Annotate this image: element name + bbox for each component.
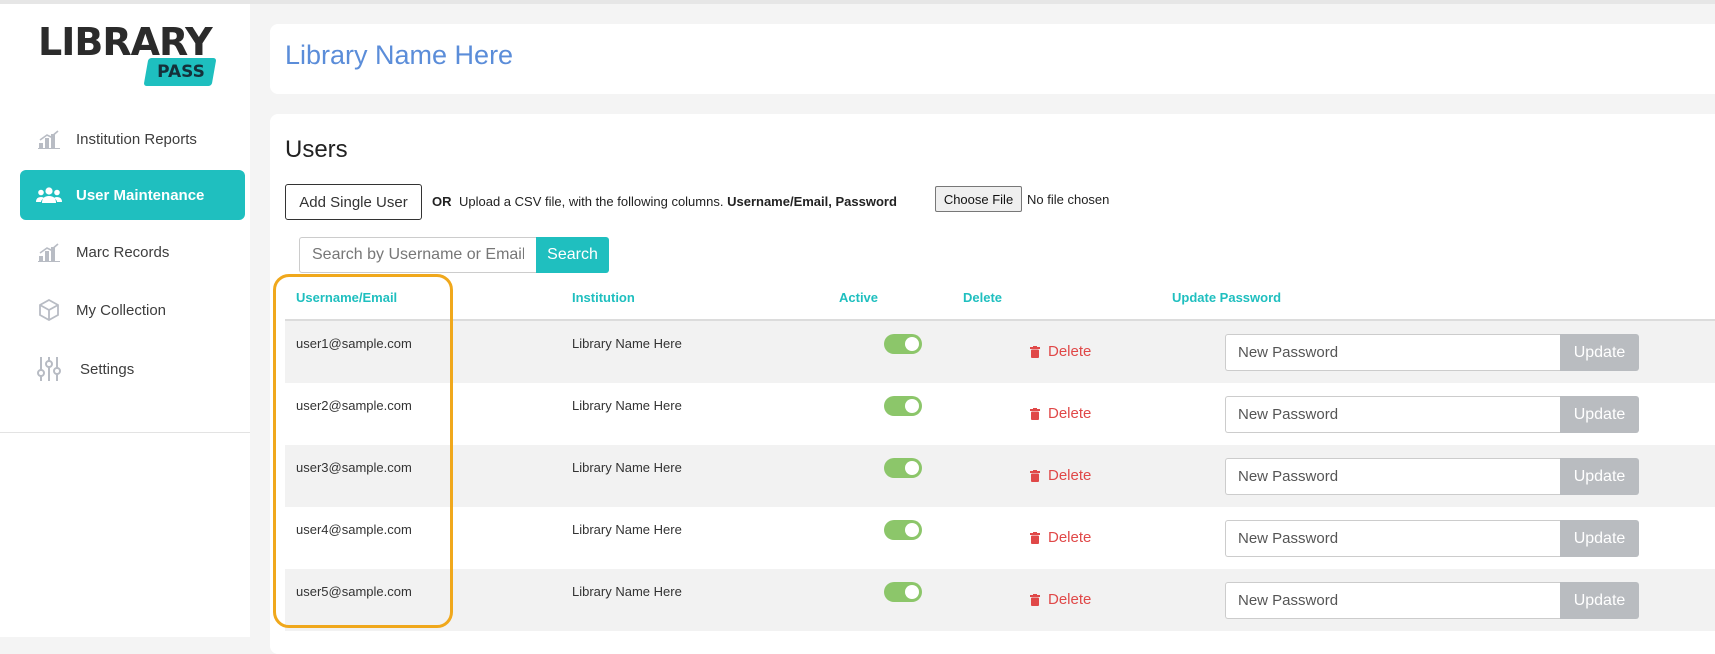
trash-icon <box>1030 469 1040 482</box>
sidebar-item-my-collection[interactable]: My Collection <box>20 285 245 335</box>
active-toggle[interactable] <box>884 458 922 478</box>
table-row: user4@sample.com Library Name Here Delet… <box>285 507 1715 569</box>
update-password-button[interactable]: Update <box>1560 458 1639 495</box>
page-title: Library Name Here <box>285 40 514 70</box>
logo-word: LIBRARY <box>38 20 213 64</box>
trash-icon <box>1030 345 1040 358</box>
toggle-knob <box>905 461 919 475</box>
column-header-username[interactable]: Username/Email <box>296 290 397 305</box>
sidebar-divider <box>0 432 250 433</box>
sidebar-item-label: Institution Reports <box>76 130 197 148</box>
csv-instructions: Upload a CSV file, with the following co… <box>459 194 897 209</box>
column-header-delete[interactable]: Delete <box>963 290 1002 305</box>
delete-button[interactable]: Delete <box>1030 591 1091 608</box>
box-icon <box>34 298 64 322</box>
institution-cell: Library Name Here <box>572 398 682 413</box>
delete-button[interactable]: Delete <box>1030 467 1091 484</box>
users-icon <box>34 183 64 207</box>
active-toggle[interactable] <box>884 582 922 602</box>
trash-icon <box>1030 407 1040 420</box>
sidebar-item-institution-reports[interactable]: Institution Reports <box>20 114 245 164</box>
sliders-icon <box>34 357 64 381</box>
delete-button[interactable]: Delete <box>1030 405 1091 422</box>
new-password-input[interactable] <box>1225 458 1560 495</box>
new-password-input[interactable] <box>1225 334 1560 371</box>
toggle-knob <box>905 523 919 537</box>
add-single-user-button[interactable]: Add Single User <box>285 184 422 220</box>
delete-label: Delete <box>1048 529 1092 546</box>
new-password-input[interactable] <box>1225 582 1560 619</box>
table-row: user1@sample.com Library Name Here Delet… <box>285 321 1715 383</box>
top-border <box>0 0 1715 4</box>
username-cell: user1@sample.com <box>296 336 412 351</box>
table-row: user5@sample.com Library Name Here Delet… <box>285 569 1715 631</box>
choose-file-button[interactable]: Choose File <box>935 186 1022 212</box>
toggle-knob <box>905 337 919 351</box>
active-toggle[interactable] <box>884 520 922 540</box>
delete-label: Delete <box>1048 405 1092 422</box>
new-password-input[interactable] <box>1225 396 1560 433</box>
or-label: OR <box>432 194 452 209</box>
delete-label: Delete <box>1048 467 1092 484</box>
sidebar-item-label: Marc Records <box>76 243 170 261</box>
file-status: No file chosen <box>1027 192 1110 207</box>
active-toggle[interactable] <box>884 334 922 354</box>
column-header-update-password[interactable]: Update Password <box>1172 290 1281 305</box>
csv-columns: Username/Email, Password <box>727 194 897 209</box>
delete-label: Delete <box>1048 343 1092 360</box>
sidebar: LIBRARY PASS Institution Reports User Ma… <box>0 4 250 637</box>
sidebar-item-settings[interactable]: Settings <box>20 344 245 394</box>
toggle-knob <box>905 585 919 599</box>
new-password-input[interactable] <box>1225 520 1560 557</box>
bar-chart-icon <box>34 240 64 264</box>
trash-icon <box>1030 531 1040 544</box>
sidebar-item-user-maintenance[interactable]: User Maintenance <box>20 170 245 220</box>
institution-cell: Library Name Here <box>572 522 682 537</box>
sidebar-item-label: Settings <box>80 360 135 378</box>
library-pass-logo[interactable]: LIBRARY PASS <box>38 22 218 92</box>
update-password-button[interactable]: Update <box>1560 396 1639 433</box>
institution-cell: Library Name Here <box>572 336 682 351</box>
delete-button[interactable]: Delete <box>1030 343 1091 360</box>
trash-icon <box>1030 593 1040 606</box>
users-panel: Users Add Single User OR Upload a CSV fi… <box>270 114 1715 654</box>
delete-label: Delete <box>1048 591 1092 608</box>
sidebar-item-label: User Maintenance <box>76 186 205 204</box>
section-title: Users <box>285 136 348 163</box>
institution-cell: Library Name Here <box>572 584 682 599</box>
update-password-button[interactable]: Update <box>1560 520 1639 557</box>
delete-button[interactable]: Delete <box>1030 529 1091 546</box>
username-cell: user2@sample.com <box>296 398 412 413</box>
sidebar-item-marc-records[interactable]: Marc Records <box>20 227 245 277</box>
column-header-institution[interactable]: Institution <box>572 290 635 305</box>
column-header-active[interactable]: Active <box>839 290 878 305</box>
bar-chart-icon <box>34 127 64 151</box>
username-cell: user5@sample.com <box>296 584 412 599</box>
table-row: user3@sample.com Library Name Here Delet… <box>285 445 1715 507</box>
header-card: Library Name Here <box>270 24 1715 94</box>
update-password-button[interactable]: Update <box>1560 334 1639 371</box>
table-row: user2@sample.com Library Name Here Delet… <box>285 383 1715 445</box>
logo-badge-text: PASS <box>157 62 205 82</box>
username-cell: user3@sample.com <box>296 460 412 475</box>
institution-cell: Library Name Here <box>572 460 682 475</box>
sidebar-item-label: My Collection <box>76 301 167 319</box>
csv-instructions-text: Upload a CSV file, with the following co… <box>459 194 724 209</box>
search-button[interactable]: Search <box>536 237 609 273</box>
search-input[interactable] <box>299 237 536 273</box>
active-toggle[interactable] <box>884 396 922 416</box>
username-cell: user4@sample.com <box>296 522 412 537</box>
update-password-button[interactable]: Update <box>1560 582 1639 619</box>
toggle-knob <box>905 399 919 413</box>
